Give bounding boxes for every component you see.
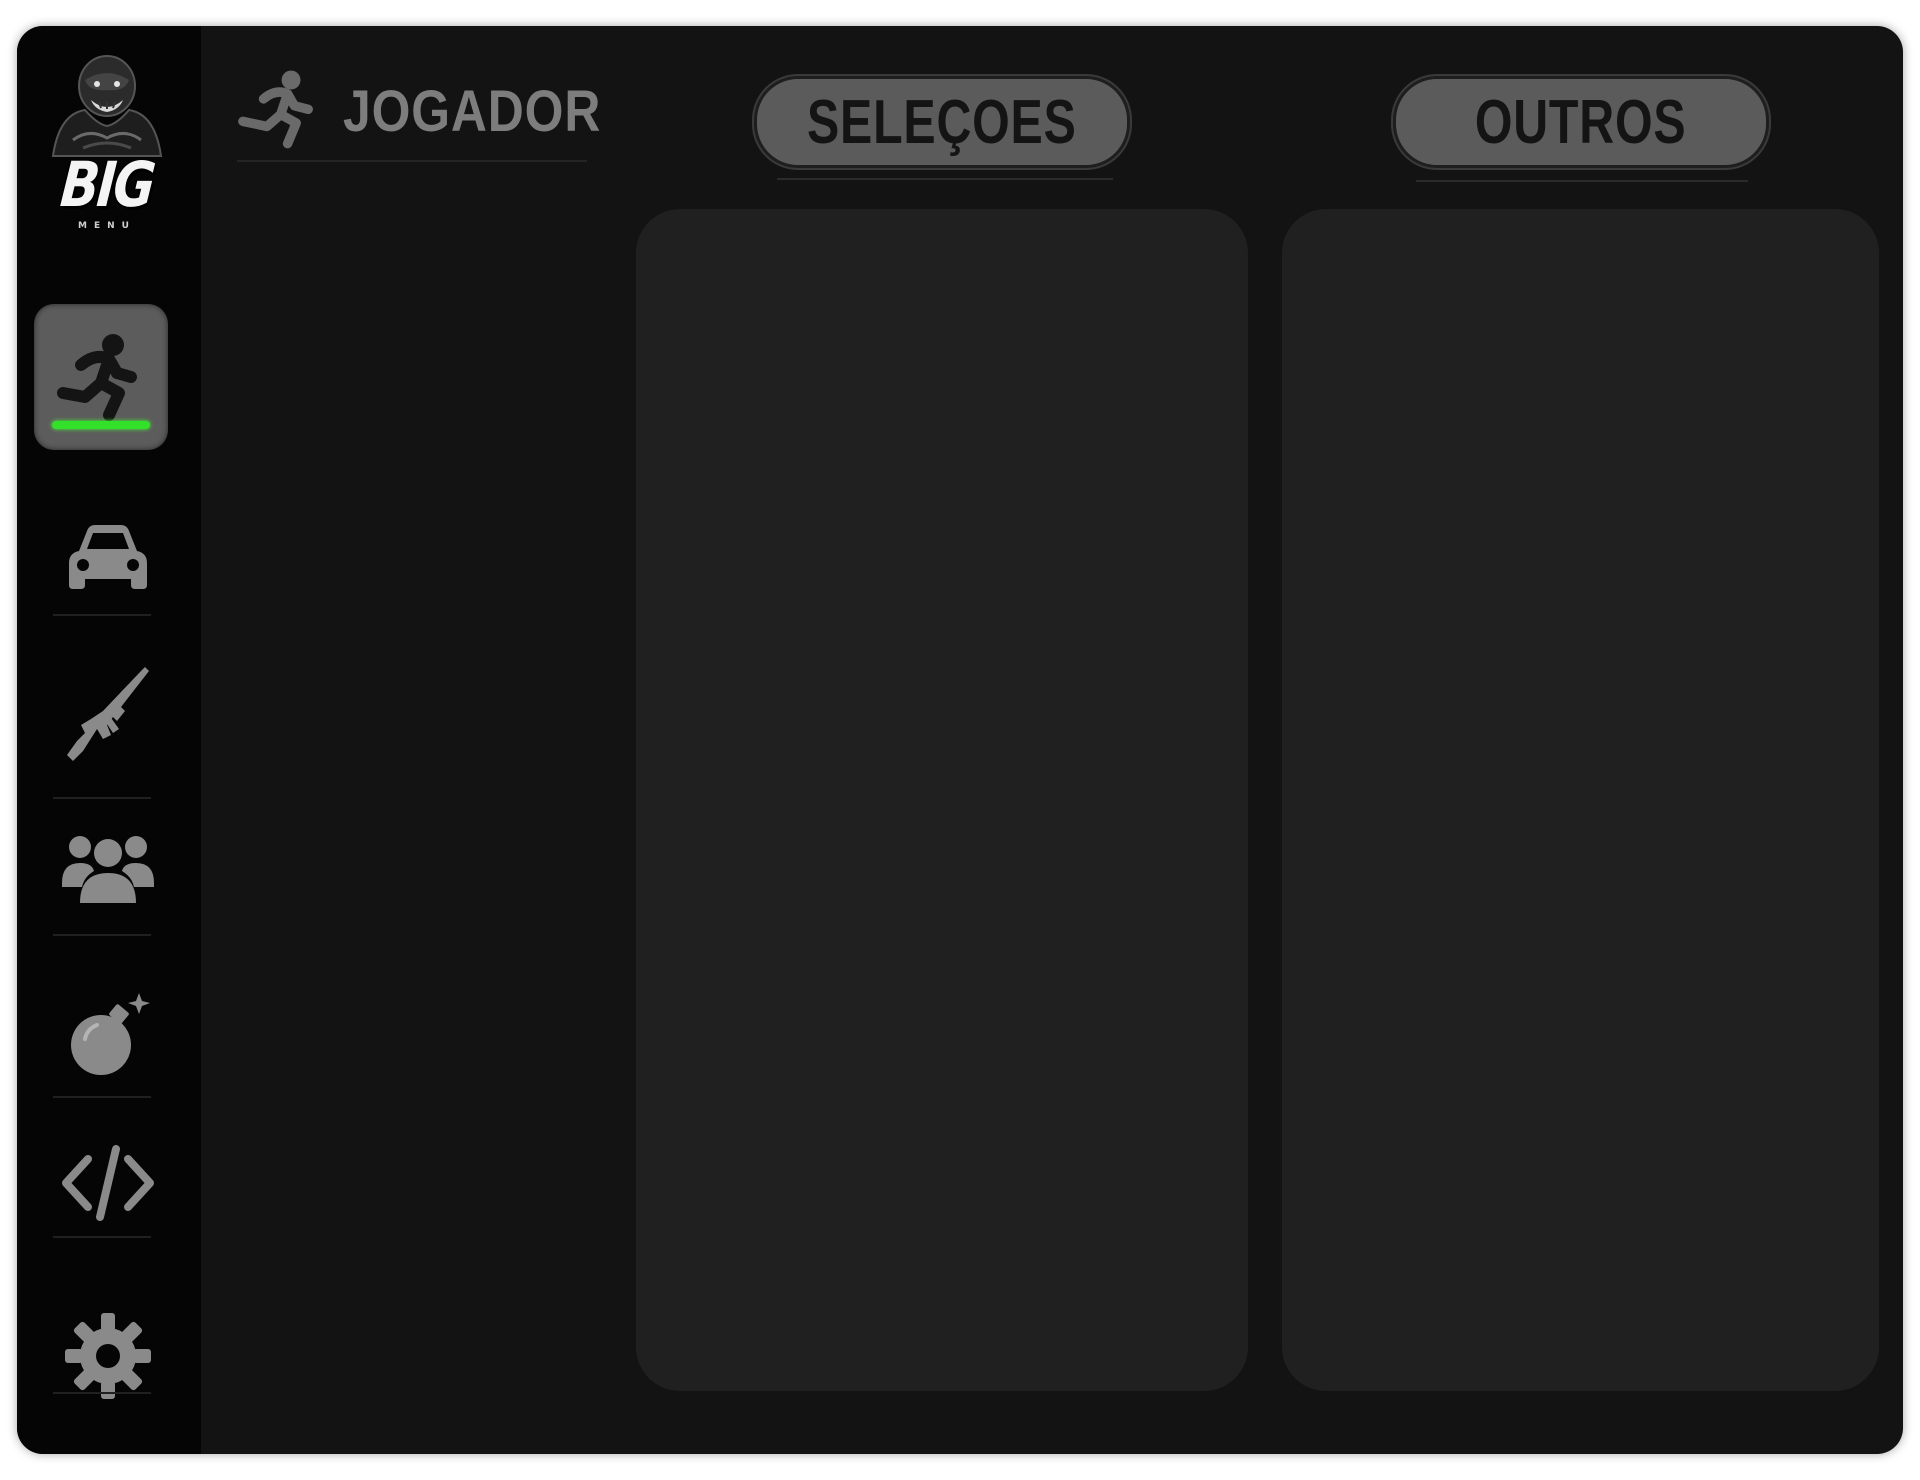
active-indicator xyxy=(52,421,150,429)
group-icon xyxy=(62,836,154,903)
sidebar-divider xyxy=(53,1236,151,1238)
menu-window: BIG MENU JOGADOR SELEÇOES OUTROS xyxy=(17,26,1903,1454)
sidebar-item-scripts[interactable] xyxy=(33,1138,183,1228)
section-outros[interactable]: OUTROS xyxy=(1393,76,1769,168)
section-selecoes[interactable]: SELEÇOES xyxy=(754,76,1130,168)
sidebar-item-configuracoes[interactable] xyxy=(33,1306,183,1406)
sidebar-item-armas[interactable] xyxy=(33,658,183,768)
gear-icon xyxy=(65,1313,151,1399)
sidebar-divider xyxy=(53,1392,151,1394)
rifle-icon xyxy=(67,667,149,761)
header-divider xyxy=(237,160,587,162)
sidebar: BIG MENU xyxy=(17,26,201,1454)
sidebar-item-jogador[interactable] xyxy=(34,304,168,450)
big-menu-logo: BIG MENU xyxy=(39,44,175,244)
sidebar-item-jogadores[interactable] xyxy=(33,822,183,912)
section-divider xyxy=(1416,180,1748,182)
sidebar-divider xyxy=(53,797,151,799)
sidebar-divider xyxy=(53,1096,151,1098)
sidebar-divider xyxy=(53,934,151,936)
logo-subtext: MENU xyxy=(78,221,136,231)
page-header: JOGADOR xyxy=(235,70,643,149)
sidebar-item-veiculos[interactable] xyxy=(33,514,183,604)
running-person-icon xyxy=(57,334,137,421)
code-icon xyxy=(62,1145,154,1221)
logo-text: BIG xyxy=(57,148,157,221)
car-icon xyxy=(69,525,147,589)
bomb-icon xyxy=(71,993,150,1075)
section-divider xyxy=(777,178,1113,180)
section-outros-label: OUTROS xyxy=(1475,87,1687,157)
section-selecoes-label: SELEÇOES xyxy=(807,87,1077,157)
outros-panel xyxy=(1282,209,1879,1391)
sidebar-item-destruicao[interactable] xyxy=(33,988,183,1084)
running-person-icon xyxy=(238,70,313,149)
page-title: JOGADOR xyxy=(343,78,602,144)
selecoes-panel xyxy=(636,209,1248,1391)
sidebar-divider xyxy=(53,614,151,616)
